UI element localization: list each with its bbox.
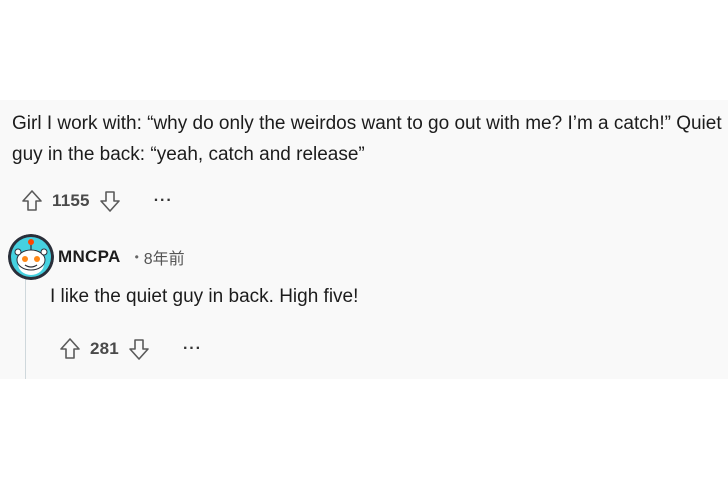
reply-text: I like the quiet guy in back. High five! xyxy=(50,286,359,307)
snoo-avatar-icon xyxy=(8,234,54,280)
reply-header: MNCPA • 8年前 xyxy=(8,233,185,281)
reply-downvote-button[interactable] xyxy=(125,335,153,363)
separator-dot: • xyxy=(134,250,139,264)
arrow-up-icon xyxy=(22,190,42,211)
comment-action-row: 1155 ··· xyxy=(18,186,173,216)
username-link[interactable]: MNCPA xyxy=(58,247,121,267)
upvote-button[interactable] xyxy=(18,187,46,215)
arrow-down-icon xyxy=(99,191,120,212)
reply-upvote-button[interactable] xyxy=(56,335,84,363)
screenshot-frame: Girl I work with: “why do only the weird… xyxy=(0,0,728,485)
reply-score: 281 xyxy=(90,339,119,358)
comment-text: Girl I work with: “why do only the weird… xyxy=(12,113,727,165)
arrow-down-icon xyxy=(129,339,149,360)
avatar[interactable] xyxy=(8,234,54,280)
reply-more-options-button[interactable]: ··· xyxy=(183,341,202,357)
comment-score: 1155 xyxy=(52,191,90,210)
arrow-up-icon xyxy=(60,338,80,359)
comment-thread: Girl I work with: “why do only the weird… xyxy=(0,100,728,379)
downvote-button[interactable] xyxy=(96,187,124,215)
timestamp[interactable]: 8年前 xyxy=(144,245,185,269)
more-options-button[interactable]: ··· xyxy=(154,193,173,209)
thread-line[interactable] xyxy=(25,270,26,379)
reply-action-row: 281 ··· xyxy=(56,334,202,364)
